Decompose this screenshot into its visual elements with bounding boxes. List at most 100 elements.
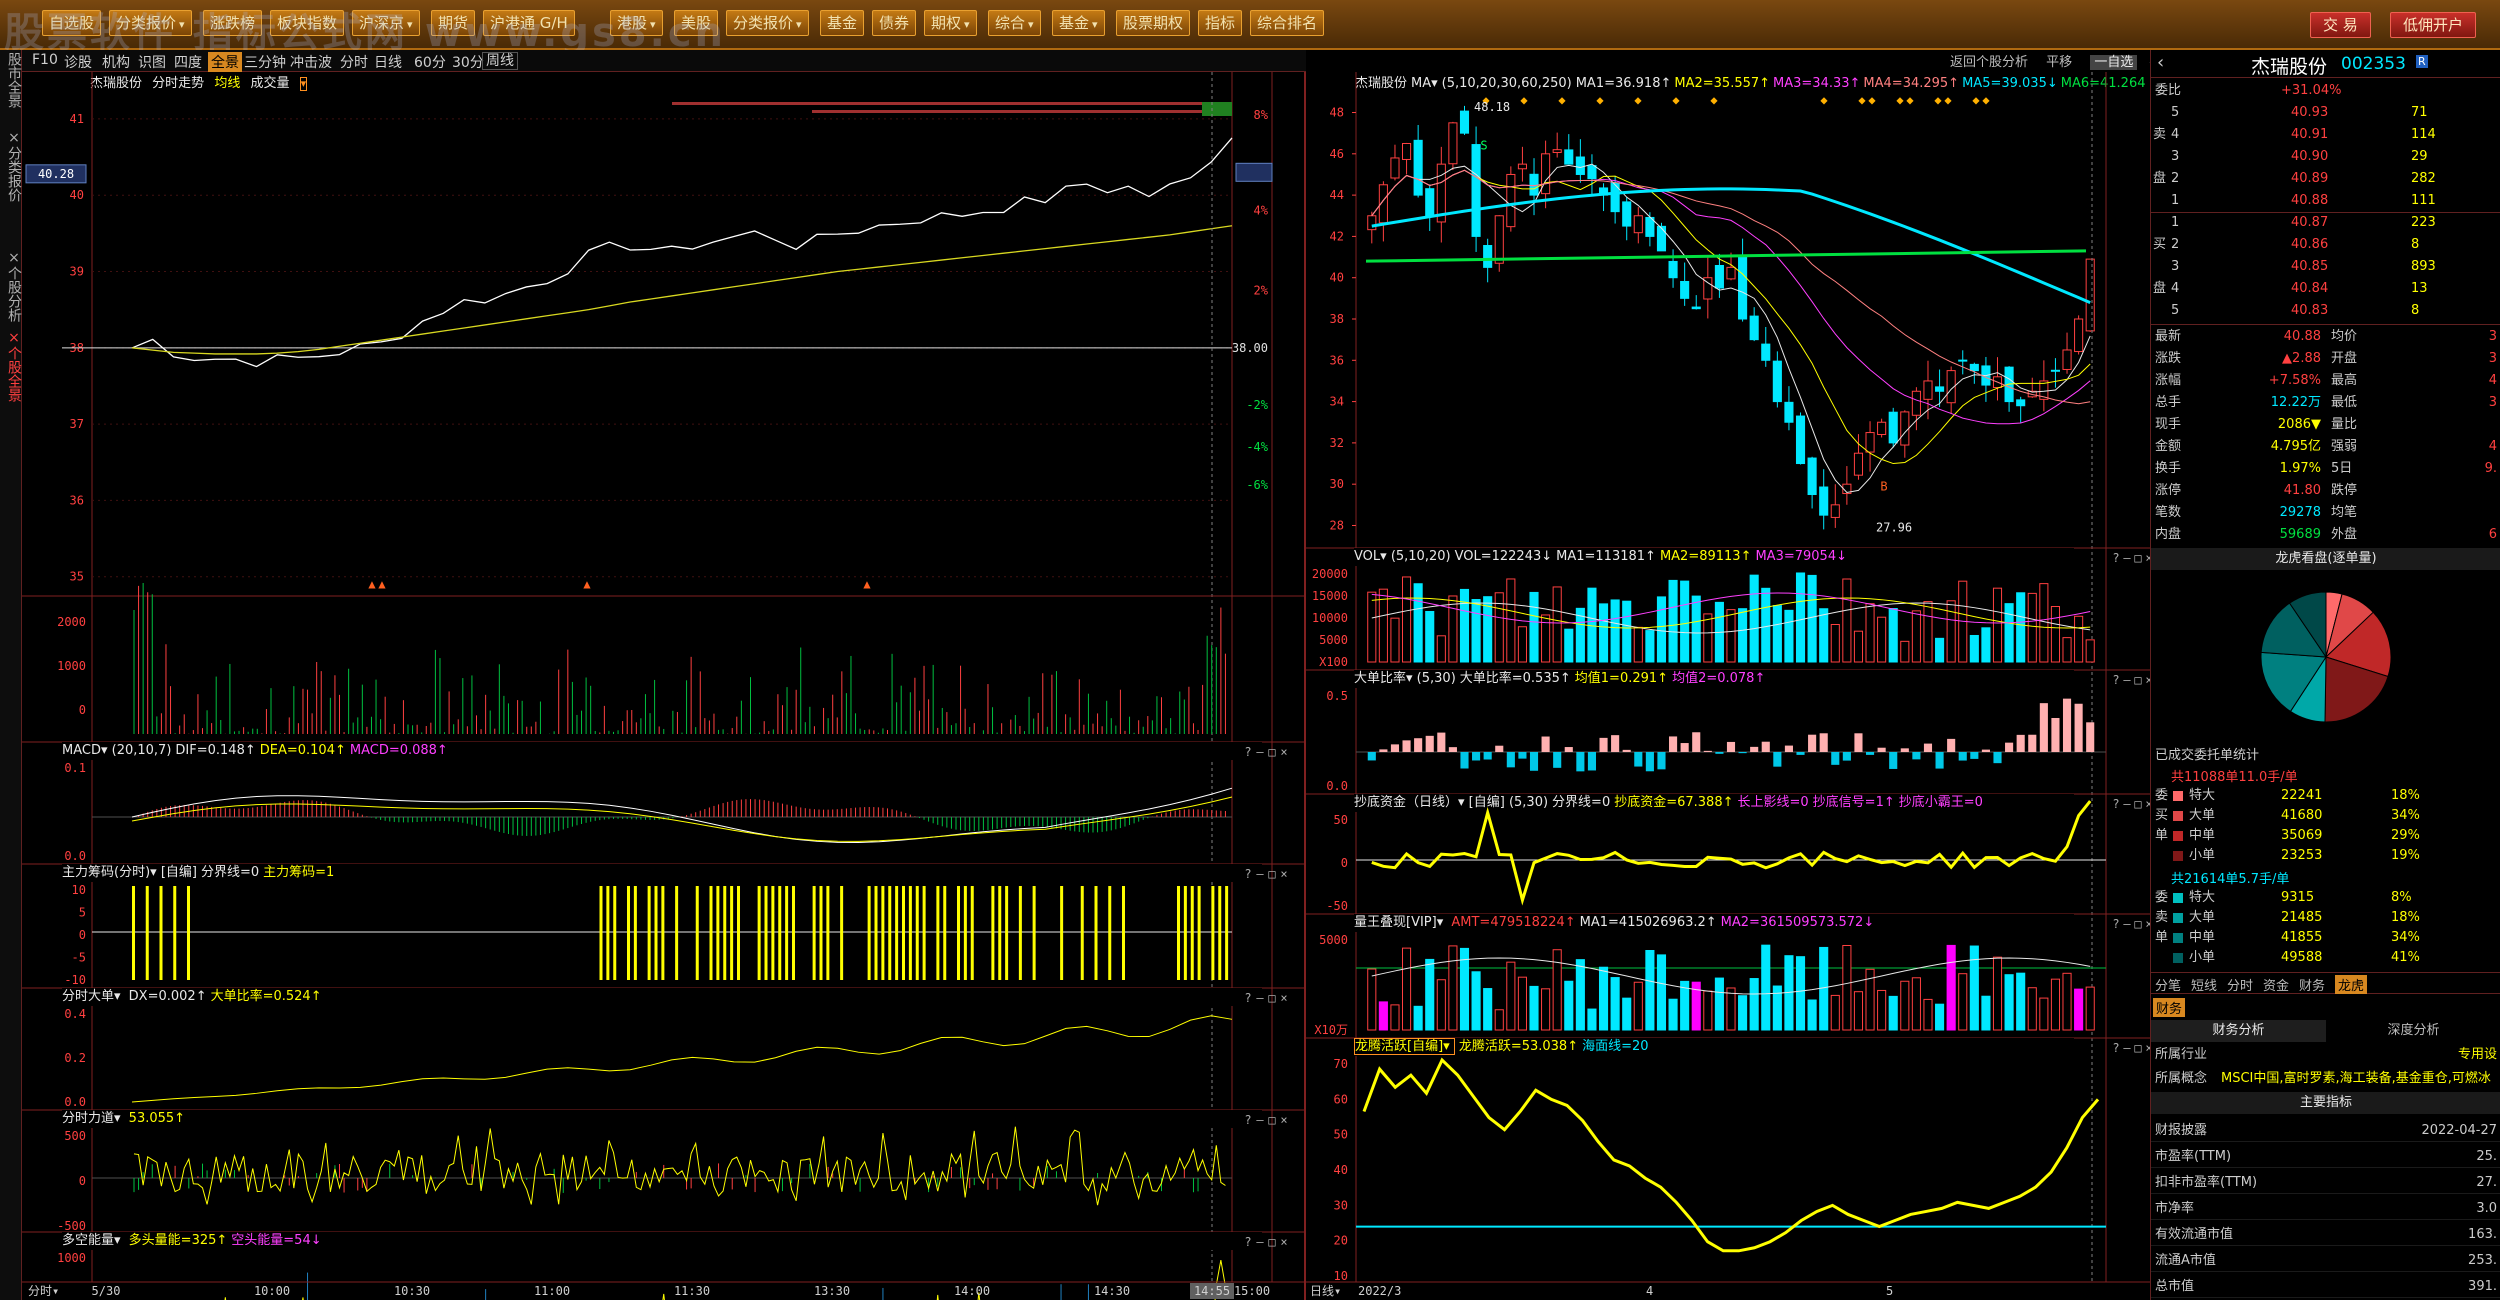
sell-level-row[interactable]: 3 40.90 29: [2151, 146, 2500, 168]
left-tab-0[interactable]: 股市全景: [0, 52, 22, 108]
indicator-name[interactable]: 多空能量▾: [62, 1233, 125, 1248]
stat-label2: 开盘: [2331, 351, 2358, 366]
indicator-name[interactable]: MACD▾: [62, 743, 112, 758]
buy-label: 买: [2153, 237, 2167, 252]
menu-button-16[interactable]: 指标: [1198, 10, 1243, 36]
back-to-analysis-link[interactable]: 返回个股分析: [1950, 55, 2028, 70]
quote-tab-2[interactable]: 分时: [2227, 975, 2253, 994]
subbar-item-2[interactable]: 机构: [102, 52, 130, 72]
subbar-item-10[interactable]: 60分: [414, 52, 446, 72]
amt-bar: [2027, 987, 2037, 1031]
close-icon[interactable]: ×: [6, 130, 22, 146]
kline-price-tick: 42: [1330, 229, 1344, 243]
deep-analysis-tab[interactable]: 深度分析: [2326, 1020, 2500, 1042]
buy-level-row[interactable]: 5 40.83 8: [2151, 300, 2500, 322]
subbar-item-4[interactable]: 四度: [174, 52, 202, 72]
menu-button-11[interactable]: 债券: [872, 10, 917, 36]
big-ratio-bar: [1506, 752, 1515, 768]
vol-bar: [1772, 605, 1782, 663]
sell-level-row[interactable]: 5 40.93 71: [2151, 102, 2500, 124]
left-tab-2[interactable]: ×个股分析: [0, 250, 22, 322]
daily-kline-chart[interactable]: 4846444240383634323028◆ ◆ ◆ ◆ ◆ ◆ ◆ ◆ ◆ ◆ ◆◆ ◆ ◆ ◆ ◆48…: [1306, 72, 2156, 1300]
indicator-name[interactable]: VOL▾: [1354, 549, 1391, 564]
buy-level-row[interactable]: 盘 4 40.84 13: [2151, 278, 2500, 300]
subbar-item-11[interactable]: 30分: [452, 52, 484, 72]
kline-candle: [1911, 390, 1921, 416]
menu-button-15[interactable]: 股票期权: [1116, 10, 1191, 36]
big-ratio-bar: [1529, 752, 1539, 771]
subbar-item-12[interactable]: 周线: [482, 52, 518, 70]
close-icon[interactable]: ×: [6, 330, 22, 346]
indicator-tick: -10: [64, 973, 86, 987]
amt-bar: [1471, 971, 1481, 1031]
subbar-item-6[interactable]: 三分钟: [244, 52, 286, 72]
caiwu-tab[interactable]: 财务: [2153, 998, 2186, 1017]
time-tick: 13:30: [814, 1284, 850, 1298]
menu-button-13[interactable]: 综合: [988, 10, 1041, 36]
amt-bar: [1969, 945, 1979, 1031]
menu-button-14[interactable]: 基金: [1052, 10, 1105, 36]
indicator-name[interactable]: 大单比率▾: [1354, 671, 1417, 686]
back-icon[interactable]: ‹: [2157, 52, 2164, 73]
kline-candle: [2085, 258, 2095, 332]
big-ratio-bar: [1761, 741, 1770, 752]
indicator-name[interactable]: 抄底资金（日线）▾: [1354, 795, 1469, 810]
indicator-tick: 0: [79, 928, 86, 942]
subbar-item-5[interactable]: 全景: [208, 52, 242, 72]
buy-level-row[interactable]: 3 40.85 893: [2151, 256, 2500, 278]
indicator-name[interactable]: 龙腾活跃[自编]▾: [1354, 1038, 1455, 1055]
menu-button-10[interactable]: 基金: [820, 10, 865, 36]
intraday-chart[interactable]: 414039383736358%6.0%4%2%38.00-2%-4%-6%40…: [22, 72, 1306, 1300]
subbar-item-7[interactable]: 冲击波: [290, 52, 332, 72]
level-price: 40.93: [2291, 105, 2329, 120]
left-tab-label: 分类报价: [6, 146, 22, 202]
indicator-name[interactable]: 主力筹码(分时)▾: [62, 865, 161, 880]
sell-level-row[interactable]: 卖 4 40.91 114: [2151, 124, 2500, 146]
menu-button-9[interactable]: 分类报价: [726, 10, 809, 36]
buy-level-row[interactable]: 1 40.87 223: [2151, 212, 2500, 234]
stat-label: 换手: [2155, 461, 2182, 476]
menu-button-12[interactable]: 期权: [924, 10, 977, 36]
left-tab-1[interactable]: ×分类报价: [0, 130, 22, 202]
event-marker: ◆: [1858, 93, 1866, 107]
quote-tab-0[interactable]: 分笔: [2155, 975, 2181, 994]
indicator-tick: 20: [1334, 1234, 1348, 1248]
indicator-name[interactable]: 分时大单▾: [62, 989, 125, 1004]
indicator-name[interactable]: 量王叠现[VIP]▾: [1354, 915, 1447, 930]
indicator-value: DIF=0.148↑: [175, 743, 256, 758]
menu-button-17[interactable]: 综合排名: [1250, 10, 1325, 36]
open-account-button[interactable]: 低佣开户: [2390, 12, 2477, 38]
vol-bar: [1633, 626, 1643, 663]
panel-control-icon: ?: [2112, 673, 2119, 687]
order-name: 小单: [2189, 950, 2216, 965]
subbar-item-0[interactable]: F10: [32, 52, 58, 68]
left-tab-label: 个股全景: [6, 346, 22, 402]
stat-label: 现手: [2155, 417, 2182, 432]
right-indicator-header-4: 龙腾活跃[自编]▾ 龙腾活跃=53.038↑ 海面线=20: [1354, 1038, 2074, 1056]
watchlist-dropdown[interactable]: 一自选: [2090, 55, 2138, 70]
sell-level-row[interactable]: 1 40.88 111: [2151, 190, 2500, 212]
stat-value: ▲2.88: [2282, 351, 2321, 366]
quote-tab-5[interactable]: 龙虎: [2335, 975, 2368, 994]
quote-tab-3[interactable]: 资金: [2263, 975, 2289, 994]
sell-level-row[interactable]: 盘 2 40.89 282: [2151, 168, 2500, 190]
trade-button[interactable]: 交 易: [2310, 12, 2371, 38]
quote-tab-1[interactable]: 短线: [2191, 975, 2217, 994]
subbar-item-8[interactable]: 分时: [340, 52, 368, 72]
indicator-name[interactable]: 分时力道▾: [62, 1111, 125, 1126]
pan-button[interactable]: 平移: [2046, 55, 2072, 70]
quote-tab-4[interactable]: 财务: [2299, 975, 2325, 994]
buy-level-row[interactable]: 买 2 40.86 8: [2151, 234, 2500, 256]
stock-name: 杰瑞股份: [2251, 56, 2328, 78]
event-marker: ◆: [1972, 93, 1980, 107]
subbar-item-9[interactable]: 日线: [374, 52, 402, 72]
fin-analysis-tab[interactable]: 财务分析: [2151, 1020, 2326, 1042]
close-icon[interactable]: ×: [6, 250, 22, 266]
subbar-item-3[interactable]: 识图: [138, 52, 166, 72]
big-ratio-bar: [1680, 743, 1689, 752]
vol-bar: [1981, 627, 1991, 663]
panel-control-icon: –: [2123, 673, 2131, 687]
left-tab-3[interactable]: ×个股全景: [0, 330, 22, 402]
subbar-item-1[interactable]: 诊股: [64, 52, 92, 72]
stat-row: 内盘 59689 外盘 6: [2151, 524, 2500, 546]
